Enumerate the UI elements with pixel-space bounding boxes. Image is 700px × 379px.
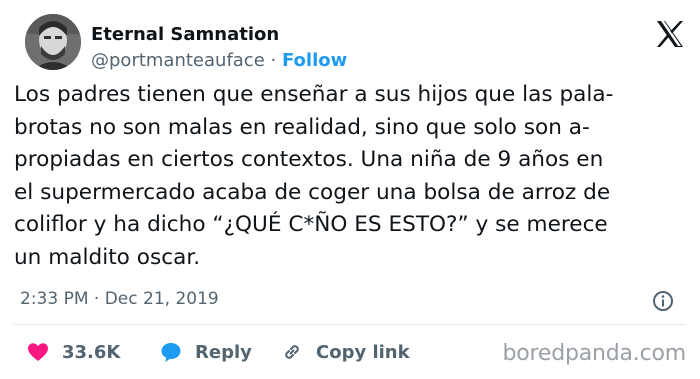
reply-label: Reply [195,341,252,363]
like-count: 33.6K [62,341,121,363]
link-icon [280,340,304,364]
tweet-line: coliflor y ha dicho “¿QUÉ C*ÑO ES ESTO?”… [14,212,608,238]
tweet-line: Los padres tienen que enseñar a sus hijo… [14,82,614,107]
tweet-date: Dec 21, 2019 [104,289,219,309]
info-icon[interactable] [651,289,675,313]
copy-link-button[interactable]: Copy link [280,340,410,364]
tweet-line: propiadas en ciertos contextos. Una niña… [14,147,604,173]
heart-icon [26,340,50,364]
author-handle[interactable]: @portmanteauface [91,50,265,71]
tweet-line: un maldito oscar. [14,244,201,270]
copy-link-label: Copy link [316,341,410,363]
tweet-line: el supermercado acaba de coger una bolsa… [14,179,611,205]
follow-link[interactable]: Follow [282,50,347,71]
meta-separator: · [93,289,100,309]
reply-button[interactable]: Reply [159,340,252,364]
tweet-header: Eternal Samnation @portmanteauface · Fol… [25,14,685,80]
tweet-text: Los padres tienen que enseñar a sus hijo… [14,79,686,275]
divider [14,324,686,325]
tweet-time: 2:33 PM [20,289,89,309]
tweet-actions: 33.6K Reply Copy link [26,340,486,366]
avatar[interactable] [25,14,81,70]
author-handle-line: @portmanteauface · Follow [91,50,347,71]
watermark: boredpanda.com [502,341,686,366]
author-name[interactable]: Eternal Samnation [91,24,279,45]
tweet-timestamp[interactable]: 2:33 PM · Dec 21, 2019 [20,289,219,309]
like-button[interactable]: 33.6K [26,340,120,364]
x-logo-icon[interactable] [655,20,685,48]
tweet-line: brotas no son malas en realidad, sino qu… [14,114,590,140]
reply-bubble-icon [159,340,183,364]
handle-separator: · [270,50,277,71]
